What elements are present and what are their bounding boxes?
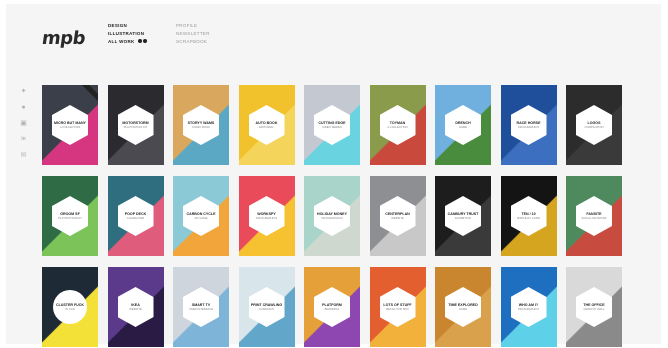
portfolio-card[interactable]: FANSITE SOCIAL NETWORK bbox=[566, 176, 622, 256]
instagram-icon[interactable]: ▣ bbox=[20, 120, 27, 127]
card-subtitle: WEBSITE bbox=[129, 307, 142, 312]
card-label-badge: CENTERPLAN WEBSITE bbox=[379, 196, 416, 236]
portfolio-card[interactable]: TIME EXPLORED GAME bbox=[435, 267, 491, 347]
portfolio-card[interactable]: TEN / 10 BIRTHDAY CARD bbox=[500, 176, 557, 256]
secondary-nav: PROFILE NEWSLETTER SCRAPBOOK bbox=[176, 22, 210, 46]
card-label-badge: CLUSTER FUCK IN CAR bbox=[53, 290, 87, 324]
nav-item-design[interactable]: DESIGN bbox=[108, 22, 147, 30]
card-subtitle: SOCIAL NETWORK bbox=[581, 216, 607, 221]
card-label-badge: PRINT CRAWLING CAMPAIGN bbox=[248, 287, 285, 327]
card-label-badge: CUTTING EDGE VIDEO SERIES bbox=[314, 105, 350, 145]
linkedin-icon[interactable]: in bbox=[20, 136, 27, 143]
card-subtitle: RETAIL POP BOX bbox=[386, 307, 409, 312]
card-label-badge: WHO AM I? INFOGRAPHICS bbox=[510, 287, 547, 327]
twitter-icon[interactable]: ✦ bbox=[20, 88, 27, 95]
card-subtitle: INFOGRAPHICS bbox=[321, 216, 343, 221]
portfolio-card[interactable]: CUTTING EDGE VIDEO SERIES bbox=[304, 85, 360, 165]
card-label-badge: IKEA WEBSITE bbox=[117, 287, 154, 327]
card-subtitle: COMPILATION bbox=[584, 125, 604, 130]
portfolio-card[interactable]: IKEA WEBSITE bbox=[107, 267, 164, 347]
card-subtitle: COMIC BOOK bbox=[191, 125, 211, 130]
nav-item-newsletter[interactable]: NEWSLETTER bbox=[176, 30, 210, 38]
portfolio-card[interactable]: CENTERPLAN WEBSITE bbox=[369, 176, 426, 256]
card-subtitle: AR GAME bbox=[194, 216, 208, 221]
portfolio-card[interactable]: WORKSPY INFOGRAPHICS bbox=[238, 176, 295, 256]
card-label-badge: TOYMAN A COLLECTION bbox=[379, 105, 416, 145]
card-subtitle: EDITORIAL bbox=[259, 125, 274, 130]
card-subtitle: PLAYSTATION KIT bbox=[123, 125, 148, 130]
portfolio-card[interactable]: POOP DECK CHARACTER bbox=[107, 176, 164, 256]
nav-item-all-work[interactable]: ALL WORK bbox=[108, 38, 147, 46]
portfolio-card[interactable]: THE OFFICE GRAFFITI WALL bbox=[566, 267, 622, 347]
card-label-badge: PLATFORM BRANDING bbox=[314, 287, 350, 327]
dribbble-icon[interactable]: ● bbox=[20, 104, 27, 111]
card-subtitle: BRANDING bbox=[324, 307, 340, 312]
card-label-badge: POOP DECK CHARACTER bbox=[117, 196, 154, 236]
portfolio-card[interactable]: SMART TV USER INTERFACE bbox=[173, 267, 229, 347]
card-subtitle: WEBSITE bbox=[391, 216, 404, 221]
card-label-badge: CANBURY TRUST EXHIBITION bbox=[445, 196, 481, 236]
card-subtitle: EXHIBITION bbox=[455, 216, 471, 221]
portfolio-card[interactable]: AUTO BOOK EDITORIAL bbox=[238, 85, 295, 165]
portfolio-card[interactable]: RACE HORSE INFOGRAPHICS bbox=[500, 85, 557, 165]
card-label-badge: TIME EXPLORED GAME bbox=[445, 287, 481, 327]
card-label-badge: CARBON CYCLE AR GAME bbox=[183, 196, 219, 236]
card-subtitle: A COLLECTION bbox=[387, 125, 408, 130]
portfolio-card[interactable]: DRENCH GAME bbox=[435, 85, 491, 165]
card-label-badge: FANSITE SOCIAL NETWORK bbox=[576, 196, 612, 236]
portfolio-card[interactable]: CLUSTER FUCK IN CAR bbox=[42, 267, 98, 347]
card-label-badge: WORKSPY INFOGRAPHICS bbox=[248, 196, 285, 236]
card-subtitle: PLAYSTATION KIT bbox=[58, 216, 82, 221]
page-canvas: mpb DESIGN ILLUSTRATION ALL WORK PROFILE… bbox=[6, 4, 661, 347]
primary-nav: DESIGN ILLUSTRATION ALL WORK bbox=[108, 22, 147, 46]
card-label-badge: GROOM SF PLAYSTATION KIT bbox=[52, 196, 88, 236]
card-subtitle: BIRTHDAY CARD bbox=[517, 216, 540, 221]
new-ribbon-badge bbox=[81, 85, 98, 102]
card-subtitle: IN CAR bbox=[65, 307, 75, 312]
card-label-badge: MOTORSTORM PLAYSTATION KIT bbox=[117, 105, 154, 145]
card-subtitle: CAMPAIGN bbox=[259, 307, 274, 312]
portfolio-card[interactable]: WHO AM I? INFOGRAPHICS bbox=[500, 267, 557, 347]
email-icon[interactable]: ✉ bbox=[20, 152, 27, 159]
card-label-badge: LOGOS COMPILATION bbox=[576, 105, 612, 145]
portfolio-card[interactable]: CARBON CYCLE AR GAME bbox=[173, 176, 229, 256]
card-subtitle: GRAFFITI WALL bbox=[583, 307, 605, 312]
portfolio-card[interactable]: MICRO BUT MANY A COLLECTION bbox=[42, 85, 98, 165]
card-label-badge: MICRO BUT MANY A COLLECTION bbox=[52, 105, 88, 145]
card-subtitle: USER INTERFACE bbox=[188, 307, 214, 312]
portfolio-card[interactable]: TOYMAN A COLLECTION bbox=[369, 85, 426, 165]
portfolio-card[interactable]: LOTS OF STUFF RETAIL POP BOX bbox=[369, 267, 426, 347]
portfolio-card[interactable]: HOLIDAY MONEY INFOGRAPHICS bbox=[304, 176, 360, 256]
card-label-badge: THE OFFICE GRAFFITI WALL bbox=[576, 287, 612, 327]
card-subtitle: GAME bbox=[458, 125, 468, 130]
nav-item-illustration[interactable]: ILLUSTRATION bbox=[108, 30, 147, 38]
card-subtitle: INFOGRAPHICS bbox=[517, 125, 540, 130]
site-logo[interactable]: mpb bbox=[41, 28, 87, 49]
card-subtitle: INFOGRAPHICS bbox=[255, 216, 278, 221]
portfolio-card[interactable]: PLATFORM BRANDING bbox=[304, 267, 360, 347]
card-subtitle: INFOGRAPHICS bbox=[517, 307, 540, 312]
nav-item-scrapbook[interactable]: SCRAPBOOK bbox=[176, 38, 210, 46]
card-label-badge: TEN / 10 BIRTHDAY CARD bbox=[510, 196, 547, 236]
card-label-badge: STORYY WAMS COMIC BOOK bbox=[183, 105, 219, 145]
card-subtitle: VIDEO SERIES bbox=[322, 125, 342, 130]
portfolio-card[interactable]: GROOM SF PLAYSTATION KIT bbox=[42, 176, 98, 256]
card-label-badge: RACE HORSE INFOGRAPHICS bbox=[510, 105, 547, 145]
portfolio-card[interactable]: MOTORSTORM PLAYSTATION KIT bbox=[107, 85, 164, 165]
active-indicator-icon bbox=[137, 38, 147, 46]
portfolio-card[interactable]: PRINT CRAWLING CAMPAIGN bbox=[238, 267, 295, 347]
card-label-badge: HOLIDAY MONEY INFOGRAPHICS bbox=[314, 196, 350, 236]
card-label-badge: SMART TV USER INTERFACE bbox=[183, 287, 219, 327]
social-links: ✦ ● ▣ in ✉ bbox=[20, 88, 27, 159]
card-subtitle: CHARACTER bbox=[126, 216, 145, 221]
card-subtitle: GAME bbox=[458, 307, 468, 312]
card-label-badge: DRENCH GAME bbox=[445, 105, 481, 145]
card-subtitle: A COLLECTION bbox=[59, 125, 81, 130]
portfolio-card[interactable]: STORYY WAMS COMIC BOOK bbox=[173, 85, 229, 165]
card-label-badge: LOTS OF STUFF RETAIL POP BOX bbox=[379, 287, 416, 327]
nav-item-profile[interactable]: PROFILE bbox=[176, 22, 210, 30]
card-label-badge: AUTO BOOK EDITORIAL bbox=[248, 105, 285, 145]
portfolio-card[interactable]: CANBURY TRUST EXHIBITION bbox=[435, 176, 491, 256]
portfolio-card[interactable]: LOGOS COMPILATION bbox=[566, 85, 622, 165]
